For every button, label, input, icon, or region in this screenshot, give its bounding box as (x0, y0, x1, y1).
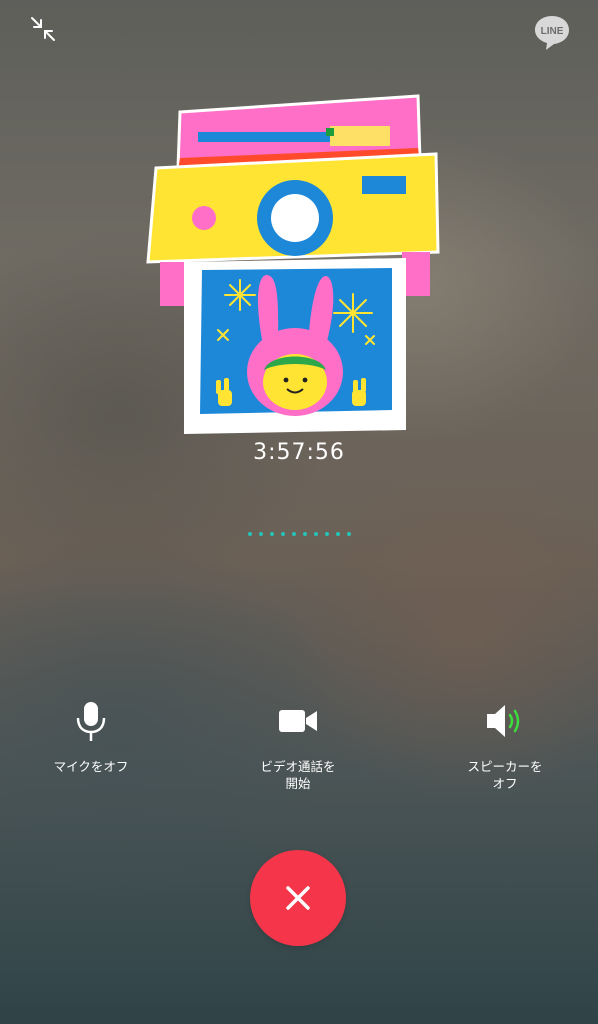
microphone-icon (76, 702, 106, 741)
start-video-call-button[interactable]: ビデオ通話を 開始 (223, 700, 373, 792)
camera-sticker-image (146, 94, 440, 434)
video-camera-icon (279, 710, 317, 732)
start-video-call-label: ビデオ通話を 開始 (260, 759, 336, 791)
line-logo-text: LINE (541, 26, 564, 37)
connection-dot (336, 532, 340, 536)
speaker-on-icon (487, 705, 520, 737)
connection-indicator (248, 532, 351, 536)
minimize-icon[interactable] (28, 14, 58, 44)
call-timer: 3:57:56 (253, 440, 345, 465)
connection-dot (314, 532, 318, 536)
speaker-off-label: スピーカーを オフ (467, 759, 543, 791)
end-call-button[interactable] (250, 850, 346, 946)
connection-dot (259, 532, 263, 536)
connection-dot (292, 532, 296, 536)
close-x-icon (286, 886, 310, 910)
connection-dot (281, 532, 285, 536)
connection-dot (303, 532, 307, 536)
mic-off-button[interactable]: マイクをオフ (16, 700, 166, 775)
mic-off-label: マイクをオフ (53, 759, 129, 774)
connection-dot (325, 532, 329, 536)
line-logo-icon: LINE (532, 12, 572, 52)
connection-dot (347, 532, 351, 536)
connection-dot (248, 532, 252, 536)
speaker-off-button[interactable]: スピーカーを オフ (430, 700, 580, 792)
connection-dot (270, 532, 274, 536)
